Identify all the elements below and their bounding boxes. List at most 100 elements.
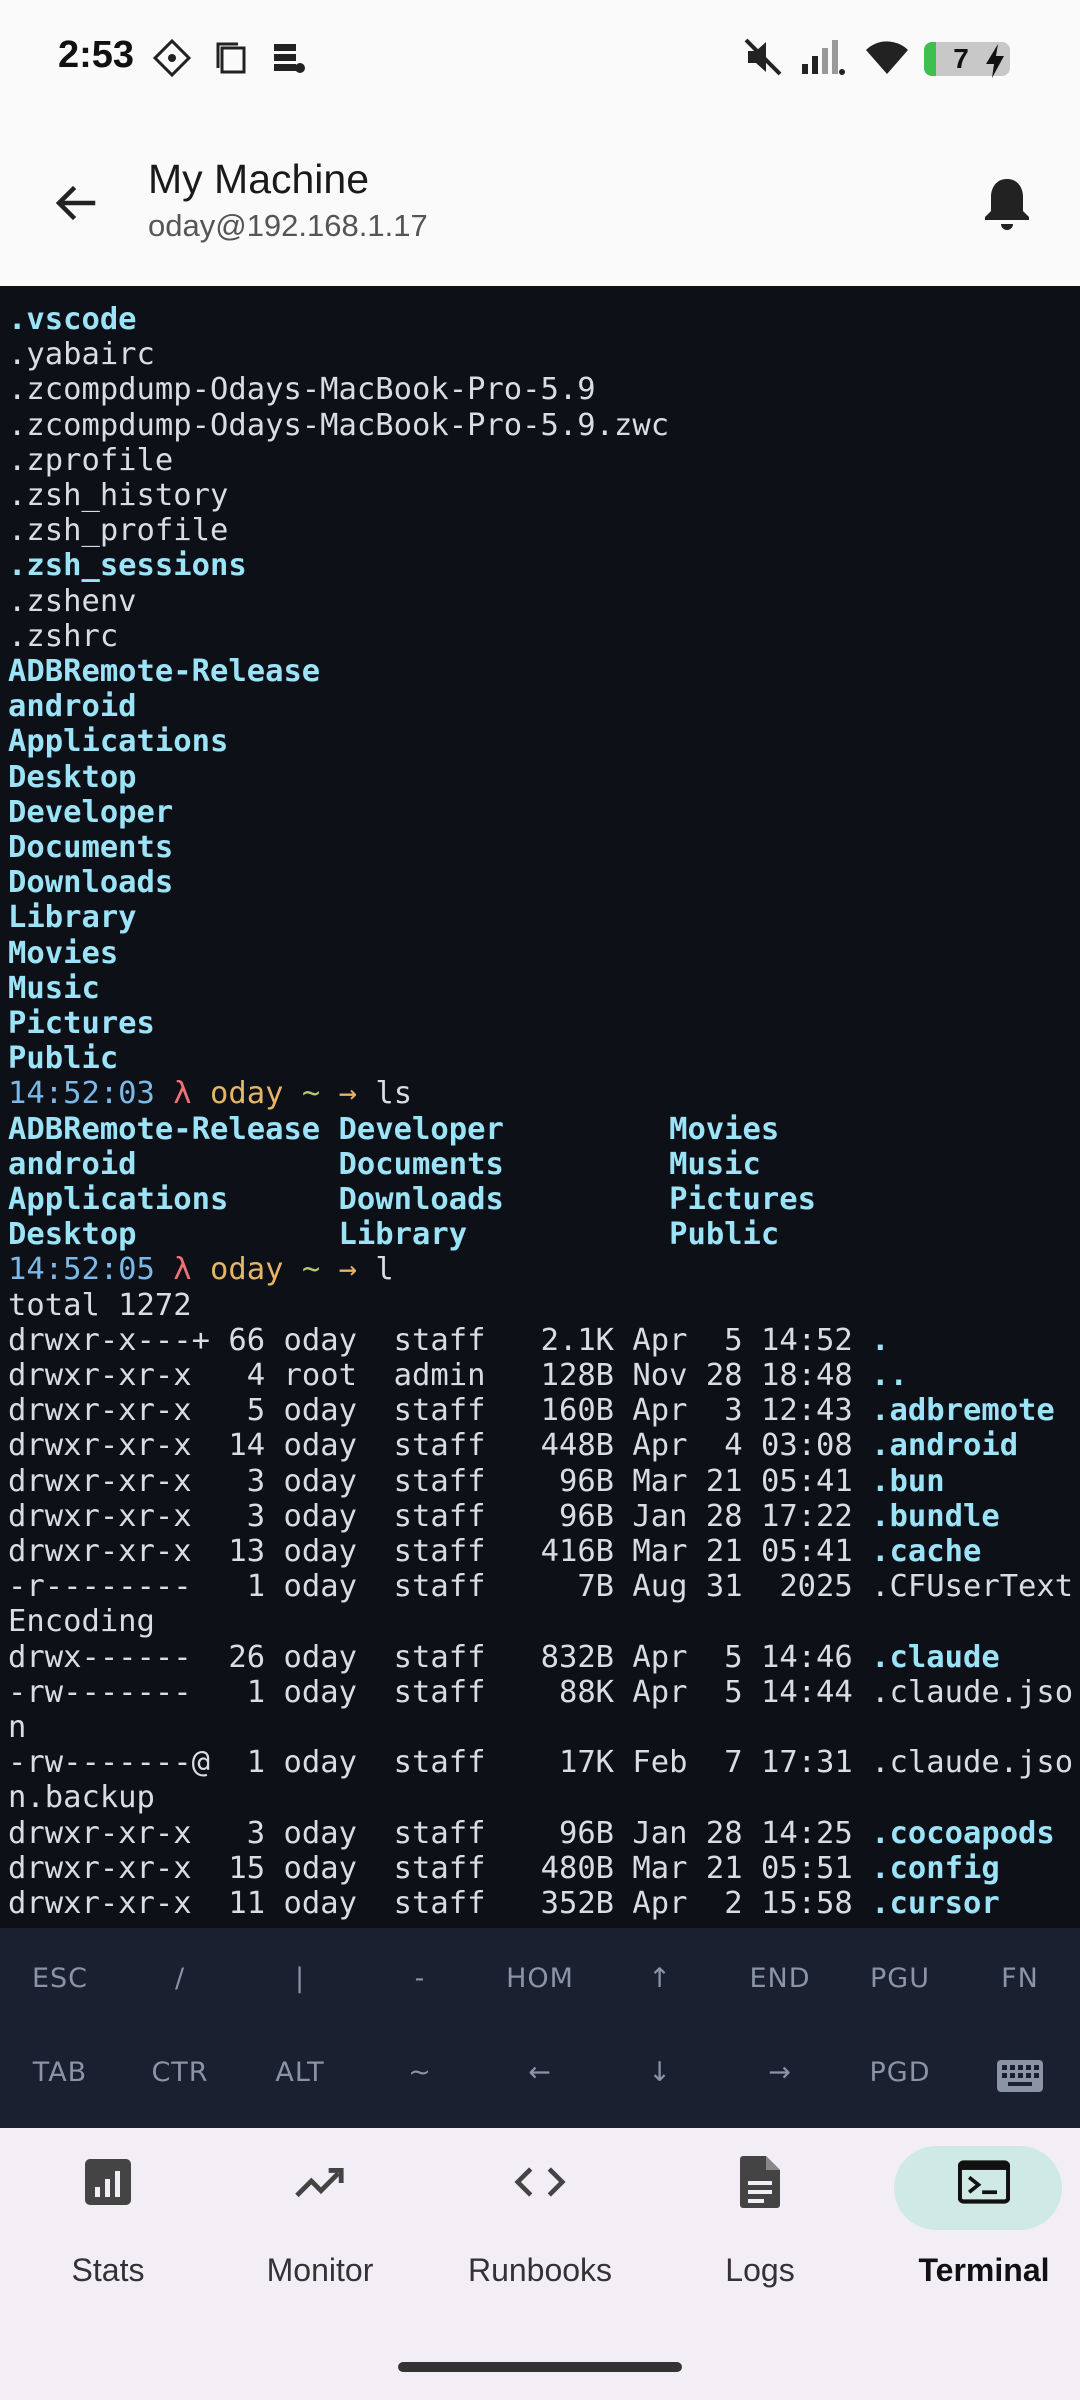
group: staff [393,1463,486,1499]
bottom-navigation: Stats Monitor Runbooks Logs Terminal [0,2128,1080,2400]
file-name-continuation: n [8,1710,27,1745]
file-name: .zshenv [8,583,137,619]
prompt-cwd: ~ [301,1076,321,1112]
file-size: 2.1K [540,1322,615,1358]
key-[interactable]: ← [480,2032,600,2112]
owner: oday [283,1428,357,1464]
directory-name: .vscode [8,302,137,337]
modified-date: Apr 5 14:46 [632,1639,853,1675]
file-name-continuation: Encoding [8,1604,155,1640]
group: staff [393,1569,486,1605]
directory-name: Library [8,900,137,936]
file-size: 448B [540,1428,615,1464]
keyboard-toggle-button[interactable] [960,2036,1080,2116]
modified-date: Nov 28 18:48 [632,1358,853,1393]
terminal-line: .zprofile [8,443,173,478]
directory-name: .zsh_sessions [8,548,247,584]
directory-name: .cocoapods [871,1815,1055,1851]
key-hom[interactable]: HOM [480,1938,600,2018]
link-count: 1 [228,1569,266,1605]
key-fn[interactable]: FN [960,1938,1080,2018]
signal-icon [802,40,845,75]
key-[interactable]: | [240,1938,360,2018]
key-pgd[interactable]: PGD [840,2032,960,2112]
key-tab[interactable]: TAB [0,2032,120,2112]
key-[interactable]: - [360,1938,480,2018]
stack-icon [274,44,305,73]
link-count: 1 [228,1674,266,1710]
key-[interactable]: → [720,2032,840,2112]
listing-row: drwx------ 26 oday staff 832B Apr 5 14:4… [8,1640,1000,1675]
modified-date: Apr 3 12:43 [632,1393,853,1429]
directory-name: Pictures [669,1182,816,1217]
directory-name: Public [669,1217,780,1253]
owner: oday [283,1393,357,1429]
file-name: .zcompdump-Odays-MacBook-Pro-5.9 [8,372,596,408]
nav-runbooks[interactable]: Runbooks [432,2152,648,2322]
group: staff [393,1498,486,1534]
directory-name: Movies [669,1111,780,1147]
link-count: 13 [228,1534,266,1569]
directory-name: .cursor [871,1886,1000,1921]
listing-row: -rw-------@ 1 oday staff 17K Feb 7 17:31… [8,1745,1073,1780]
terminal-line: .zsh_history [8,478,228,513]
directory-name: .bun [871,1463,945,1499]
directory-name: Desktop [8,759,137,795]
key-pgu[interactable]: PGU [840,1938,960,2018]
status-bar: 2:53 7 [0,0,1080,118]
directory-name: android [8,1146,137,1182]
file-size: 160B [540,1393,615,1429]
link-count: 3 [228,1815,266,1851]
file-size: 416B [540,1534,615,1569]
group: staff [393,1428,486,1464]
key-alt[interactable]: ALT [240,2032,360,2112]
permissions: drwxr-xr-x [8,1358,210,1393]
modified-date: Mar 21 05:41 [632,1463,853,1499]
key-[interactable]: ~ [360,2032,480,2112]
modified-date: Apr 5 14:44 [632,1674,853,1710]
link-count: 26 [228,1639,266,1675]
listing-row: drwxr-xr-x 13 oday staff 416B Mar 21 05:… [8,1534,981,1569]
listing-row: drwxr-xr-x 15 oday staff 480B Mar 21 05:… [8,1851,1000,1886]
app-header: My Machine oday@192.168.1.17 [0,118,1080,286]
home-indicator [398,2362,682,2372]
key-ctr[interactable]: CTR [120,2032,240,2112]
terminal-line: .zsh_profile [8,513,228,548]
owner: oday [283,1886,357,1921]
permissions: drwx------ [8,1639,210,1675]
file-name-continuation: n.backup [8,1780,155,1816]
link-count: 4 [228,1358,266,1393]
directory-name: .config [871,1850,1000,1886]
listing-row: drwxr-xr-x 4 root admin 128B Nov 28 18:4… [8,1358,908,1393]
file-name: .claude.jso [871,1745,1074,1781]
terminal-output[interactable]: .vscode .yabairc .zcompdump-Odays-MacBook-… [0,286,1080,1928]
terminal-line: Developer [8,795,173,830]
nav-terminal[interactable]: Terminal [876,2146,1080,2322]
nav-monitor[interactable]: Monitor [212,2152,428,2322]
file-size: 96B [540,1463,615,1499]
key-[interactable]: / [120,1938,240,2018]
nav-logs[interactable]: Logs [652,2152,868,2322]
key-[interactable]: ↑ [600,1938,720,2018]
wrapped-line: n [8,1710,26,1745]
key-end[interactable]: END [720,1938,840,2018]
prompt-arrow: → [338,1076,357,1112]
permissions: drwxr-xr-x [8,1393,210,1429]
listing-row: drwxr-xr-x 14 oday staff 448B Apr 4 03:0… [8,1428,1018,1463]
key-esc[interactable]: ESC [0,1938,120,2018]
directory-name: Documents [338,1146,504,1182]
listing-row: drwxr-xr-x 3 oday staff 96B Mar 21 05:41… [8,1464,945,1499]
notifications-button[interactable] [972,168,1042,238]
nav-stats[interactable]: Stats [0,2152,216,2322]
bell-icon [985,179,1029,230]
prompt-command: ls [375,1076,413,1112]
directory-name: Pictures [8,1006,155,1041]
listing-row: -r-------- 1 oday staff 7B Aug 31 2025 .… [8,1569,1073,1604]
listing-row: drwxr-xr-x 11 oday staff 352B Apr 2 15:5… [8,1886,1000,1921]
owner: oday [283,1850,357,1886]
page-title: My Machine [148,156,370,202]
terminal-line: .zsh_sessions [8,548,247,583]
back-button[interactable] [42,170,108,236]
directory-name: android [8,689,137,725]
key-[interactable]: ↓ [600,2032,720,2112]
